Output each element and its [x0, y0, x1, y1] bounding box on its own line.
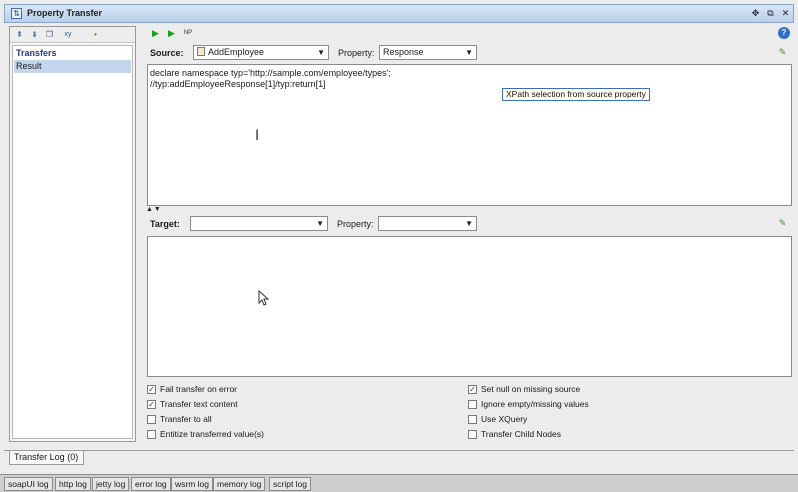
- options-icon[interactable]: NP: [181, 28, 195, 39]
- insert-target-property-icon[interactable]: ✎: [777, 218, 788, 228]
- transfer-log-tab[interactable]: Transfer Log (0): [9, 451, 84, 465]
- run-toolbar: ▶ ▶ NP ?: [140, 26, 794, 42]
- target-label: Target:: [150, 219, 180, 229]
- status-dot-icon[interactable]: •: [90, 29, 101, 40]
- chevron-down-icon: ▼: [316, 219, 324, 228]
- xpath-line-1: declare namespace typ='http://sample.com…: [150, 68, 391, 78]
- clone-icon[interactable]: ❐: [44, 29, 55, 40]
- run-all-icon[interactable]: ▶: [166, 28, 177, 39]
- insert-property-icon[interactable]: ✎: [777, 47, 788, 57]
- use-xquery-option[interactable]: Use XQuery: [468, 413, 527, 426]
- transfer-options: ✓ Fail transfer on error ✓ Transfer text…: [140, 381, 794, 443]
- close-icon[interactable]: ✕: [780, 8, 791, 19]
- log-tabs-bar: soapUI log http log jetty log error log …: [0, 474, 798, 492]
- target-property-label: Property:: [337, 219, 374, 229]
- copy-transfer-icon[interactable]: ⇟: [29, 29, 40, 40]
- chevron-down-icon: ▼: [317, 48, 325, 57]
- transfer-item-result[interactable]: Result: [14, 60, 131, 73]
- xpath-line-2: //typ:addEmployeeResponse[1]/typ:return[…: [150, 79, 326, 89]
- chevron-down-icon: ▼: [465, 48, 473, 57]
- transfer-editor: ▶ ▶ NP ? Source: AddEmployee ▼ Property:…: [140, 26, 794, 444]
- tab-jetty-log[interactable]: jetty log: [92, 477, 130, 491]
- source-property-select[interactable]: Response ▼: [379, 45, 477, 60]
- tab-http-log[interactable]: http log: [55, 477, 91, 491]
- add-transfer-icon[interactable]: ⇞: [14, 29, 25, 40]
- tab-memory-log[interactable]: memory log: [213, 477, 266, 491]
- source-step-select[interactable]: AddEmployee ▼: [193, 45, 329, 60]
- tab-wsrm-log[interactable]: wsrm log: [171, 477, 214, 491]
- source-xpath-editor[interactable]: declare namespace typ='http://sample.com…: [147, 64, 792, 206]
- mouse-pointer-icon: [258, 290, 270, 306]
- source-row: Source: AddEmployee ▼ Property: Response…: [140, 45, 794, 63]
- source-label: Source:: [150, 48, 184, 58]
- source-property-label: Property:: [338, 48, 375, 58]
- transfers-list: Transfers Result: [12, 45, 133, 439]
- set-null-option[interactable]: ✓ Set null on missing source: [468, 383, 580, 396]
- detach-icon[interactable]: ⧉: [765, 8, 776, 19]
- ignore-empty-option[interactable]: Ignore empty/missing values: [468, 398, 589, 411]
- transfer-app-icon: ⇅: [11, 8, 22, 19]
- source-step-value: AddEmployee: [208, 47, 265, 57]
- property-transfer-window: ⇅ Property Transfer ✥ ⧉ ✕ ⇞ ⇟ ❐ xy • Tra…: [0, 0, 798, 492]
- tab-soapui-log[interactable]: soapUI log: [4, 477, 53, 491]
- use-xquery-checkbox[interactable]: [468, 415, 477, 424]
- tab-error-log[interactable]: error log: [131, 477, 171, 491]
- divider: [4, 450, 794, 451]
- xpath-tooltip: XPath selection from source property: [502, 88, 650, 101]
- transfer-to-all-checkbox[interactable]: [147, 415, 156, 424]
- tab-script-log[interactable]: script log: [269, 477, 312, 491]
- target-property-select[interactable]: ▼: [378, 216, 477, 231]
- transfer-text-option[interactable]: ✓ Transfer text content: [147, 398, 238, 411]
- target-step-select[interactable]: ▼: [190, 216, 328, 231]
- title-bar: ⇅ Property Transfer ✥ ⧉ ✕: [4, 4, 794, 23]
- rename-icon[interactable]: xy: [60, 29, 76, 40]
- transfer-to-all-option[interactable]: Transfer to all: [147, 413, 212, 426]
- entitize-checkbox[interactable]: [147, 430, 156, 439]
- chevron-down-icon: ▼: [465, 219, 473, 228]
- entitize-option[interactable]: Entitize transferred value(s): [147, 428, 264, 441]
- transfers-panel: ⇞ ⇟ ❐ xy • Transfers Result: [9, 26, 136, 442]
- transfer-child-nodes-option[interactable]: Transfer Child Nodes: [468, 428, 561, 441]
- transfers-toolbar: ⇞ ⇟ ❐ xy •: [10, 27, 135, 43]
- target-row: Target: ▼ Property: ▼ ✎: [140, 216, 794, 234]
- splitter-arrows-icon[interactable]: ▲▼: [146, 206, 162, 213]
- ignore-empty-checkbox[interactable]: [468, 400, 477, 409]
- source-property-value: Response: [383, 47, 424, 57]
- help-icon[interactable]: ?: [778, 27, 790, 39]
- step-icon: [197, 47, 205, 56]
- transfers-header: Transfers: [16, 48, 57, 58]
- transfer-text-checkbox[interactable]: ✓: [147, 400, 156, 409]
- fail-on-error-checkbox[interactable]: ✓: [147, 385, 156, 394]
- run-icon[interactable]: ▶: [150, 28, 161, 39]
- transfer-child-nodes-checkbox[interactable]: [468, 430, 477, 439]
- window-title: Property Transfer: [27, 8, 103, 18]
- text-cursor-icon: I: [255, 128, 260, 144]
- minimize-icon[interactable]: ✥: [750, 8, 761, 19]
- target-xpath-editor[interactable]: [147, 236, 792, 377]
- fail-on-error-option[interactable]: ✓ Fail transfer on error: [147, 383, 237, 396]
- set-null-checkbox[interactable]: ✓: [468, 385, 477, 394]
